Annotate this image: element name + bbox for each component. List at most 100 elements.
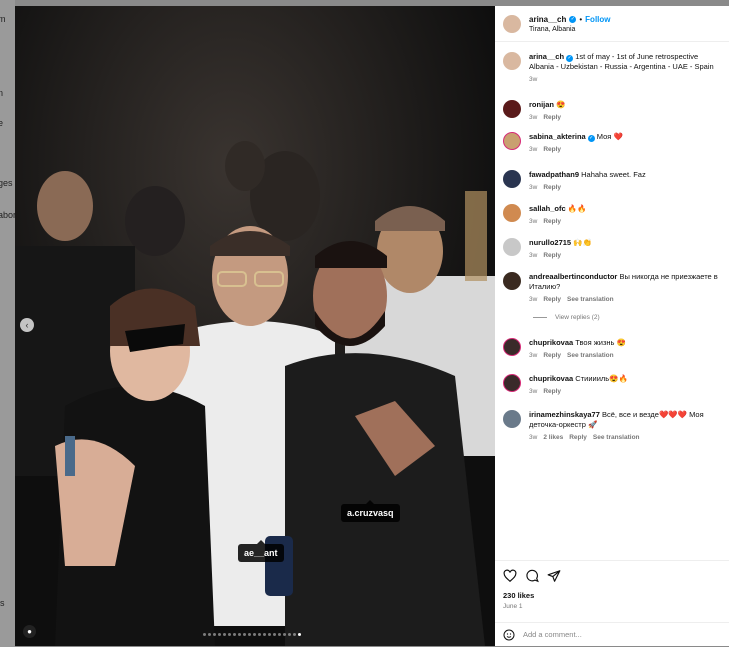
comment: chuprikovaa Твоя жизнь 😍 3w Reply See trans… xyxy=(503,338,721,359)
reply-button[interactable]: Reply xyxy=(543,184,561,191)
background-text-fragment: e xyxy=(0,118,4,128)
caption: arina__ch ✓ 1st of may - 1st of June ret… xyxy=(503,52,721,83)
commenter-avatar[interactable] xyxy=(503,238,521,256)
reply-button[interactable]: Reply xyxy=(543,146,561,153)
caption-username[interactable]: arina__ch xyxy=(529,52,564,61)
comment: irinamezhinskaya77 Всё, все и везде❤️❤️❤… xyxy=(503,410,721,441)
commenter-avatar[interactable] xyxy=(503,204,521,222)
comment-icon[interactable] xyxy=(525,569,539,583)
commenter-avatar[interactable] xyxy=(503,132,521,150)
comment: sallah_ofc 🔥🔥 3w Reply xyxy=(503,204,721,225)
carousel-dot xyxy=(288,633,291,636)
post-details-panel: arina__ch ✓ • Follow Tirana, Albania ari… xyxy=(495,6,729,646)
reply-button[interactable]: Reply xyxy=(543,252,561,259)
comment: andreaalbertinconductor Вы никогда не пр… xyxy=(503,272,721,303)
verified-badge-icon: ✓ xyxy=(566,55,574,62)
see-translation-button[interactable]: See translation xyxy=(567,352,614,359)
comment-time: 3w xyxy=(529,114,538,121)
commenter-avatar[interactable] xyxy=(503,100,521,118)
comment-likes-count[interactable]: 2 likes xyxy=(543,434,563,441)
comment-time: 3w xyxy=(529,218,538,225)
comment: sabina_akterina ✓ Моя ❤️ 3w Reply xyxy=(503,132,721,153)
caption-time: 3w xyxy=(529,76,538,83)
commenter-avatar[interactable] xyxy=(503,170,521,188)
carousel-dot xyxy=(298,633,301,636)
commenter-username[interactable]: chuprikovaa xyxy=(529,374,573,383)
author-avatar[interactable] xyxy=(503,14,521,33)
reply-button[interactable]: Reply xyxy=(543,352,561,359)
carousel-dot xyxy=(218,633,221,636)
commenter-username[interactable]: fawadpathan9 xyxy=(529,170,579,179)
post-location[interactable]: Tirana, Albania xyxy=(529,26,611,33)
comment-time: 3w xyxy=(529,352,538,359)
commenter-username[interactable]: chuprikovaa xyxy=(529,338,573,347)
follow-button[interactable]: Follow xyxy=(585,15,610,24)
comment-time: 3w xyxy=(529,146,538,153)
comment-text: 🔥🔥 xyxy=(567,204,587,213)
commenter-avatar[interactable] xyxy=(503,338,521,356)
likes-count[interactable]: 230 likes xyxy=(495,583,729,600)
background-text-fragment: ls xyxy=(0,598,5,608)
comment-time: 3w xyxy=(529,434,538,441)
commenter-username[interactable]: andreaalbertinconductor xyxy=(529,272,617,281)
like-heart-icon[interactable] xyxy=(503,569,517,583)
show-tags-icon[interactable]: ● xyxy=(23,625,36,638)
emoji-smiley-icon[interactable] xyxy=(503,629,515,641)
carousel-dot xyxy=(268,633,271,636)
comment: fawadpathan9 Hahaha sweet. Faz 3w Reply xyxy=(503,170,721,191)
commenter-username[interactable]: ronijan xyxy=(529,100,554,109)
comment-text: 😍 xyxy=(556,100,566,109)
commenter-avatar[interactable] xyxy=(503,410,521,428)
carousel-indicator xyxy=(203,633,301,636)
carousel-dot xyxy=(273,633,276,636)
comment: chuprikovaa Стииииль😍🔥 3w Reply xyxy=(503,374,721,395)
author-avatar[interactable] xyxy=(503,52,521,70)
carousel-dot xyxy=(208,633,211,636)
reply-button[interactable]: Reply xyxy=(543,388,561,395)
background-text-fragment: ges xyxy=(0,178,13,188)
carousel-dot xyxy=(278,633,281,636)
comments-list: arina__ch ✓ 1st of may - 1st of June ret… xyxy=(495,46,729,560)
see-translation-button[interactable]: See translation xyxy=(567,296,614,303)
user-tag[interactable]: ae__ant xyxy=(238,540,284,562)
comment: nurullo2715 🙌👏 3w Reply xyxy=(503,238,721,259)
commenter-username[interactable]: nurullo2715 xyxy=(529,238,571,247)
add-comment-input[interactable]: Add a comment... xyxy=(523,630,582,639)
carousel-dot xyxy=(228,633,231,636)
share-icon[interactable] xyxy=(547,569,561,583)
carousel-dot xyxy=(243,633,246,636)
carousel-dot xyxy=(293,633,296,636)
commenter-username[interactable]: sallah_ofc xyxy=(529,204,566,213)
see-translation-button[interactable]: See translation xyxy=(593,434,640,441)
replies-divider-line xyxy=(533,317,547,318)
user-tag[interactable]: a.cruzvasq xyxy=(341,500,400,522)
background-text-fragment: n xyxy=(0,88,4,98)
commenter-username[interactable]: irinamezhinskaya77 xyxy=(529,410,600,419)
post-actions: 230 likes June 1 Add a comment... xyxy=(495,560,729,646)
reply-button[interactable]: Reply xyxy=(569,434,587,441)
carousel-dot xyxy=(203,633,206,636)
reply-button[interactable]: Reply xyxy=(543,296,561,303)
comment-time: 3w xyxy=(529,296,538,303)
carousel-dot xyxy=(263,633,266,636)
carousel-dot xyxy=(248,633,251,636)
commenter-avatar[interactable] xyxy=(503,374,521,392)
post-header: arina__ch ✓ • Follow Tirana, Albania xyxy=(495,6,729,42)
comment-text: Стииииль😍🔥 xyxy=(575,374,628,383)
commenter-username[interactable]: sabina_akterina xyxy=(529,132,586,141)
carousel-dot xyxy=(253,633,256,636)
author-username[interactable]: arina__ch xyxy=(529,15,566,24)
view-replies-button[interactable]: View replies (2) xyxy=(533,314,600,321)
background-page-strip: m n e ges abor ls xyxy=(0,0,15,647)
previous-photo-button[interactable]: ‹ xyxy=(20,318,34,332)
commenter-avatar[interactable] xyxy=(503,272,521,290)
background-text-fragment: m xyxy=(0,14,6,24)
reply-button[interactable]: Reply xyxy=(543,218,561,225)
comment: ronijan 😍 3w Reply xyxy=(503,100,721,121)
comment-time: 3w xyxy=(529,184,538,191)
verified-badge-icon: ✓ xyxy=(569,15,577,23)
reply-button[interactable]: Reply xyxy=(543,114,561,121)
post-photo[interactable]: a.cruzvasq ae__ant ‹ ● xyxy=(15,6,495,646)
comment-text: 🙌👏 xyxy=(573,238,592,247)
add-comment-bar[interactable]: Add a comment... xyxy=(495,622,729,646)
